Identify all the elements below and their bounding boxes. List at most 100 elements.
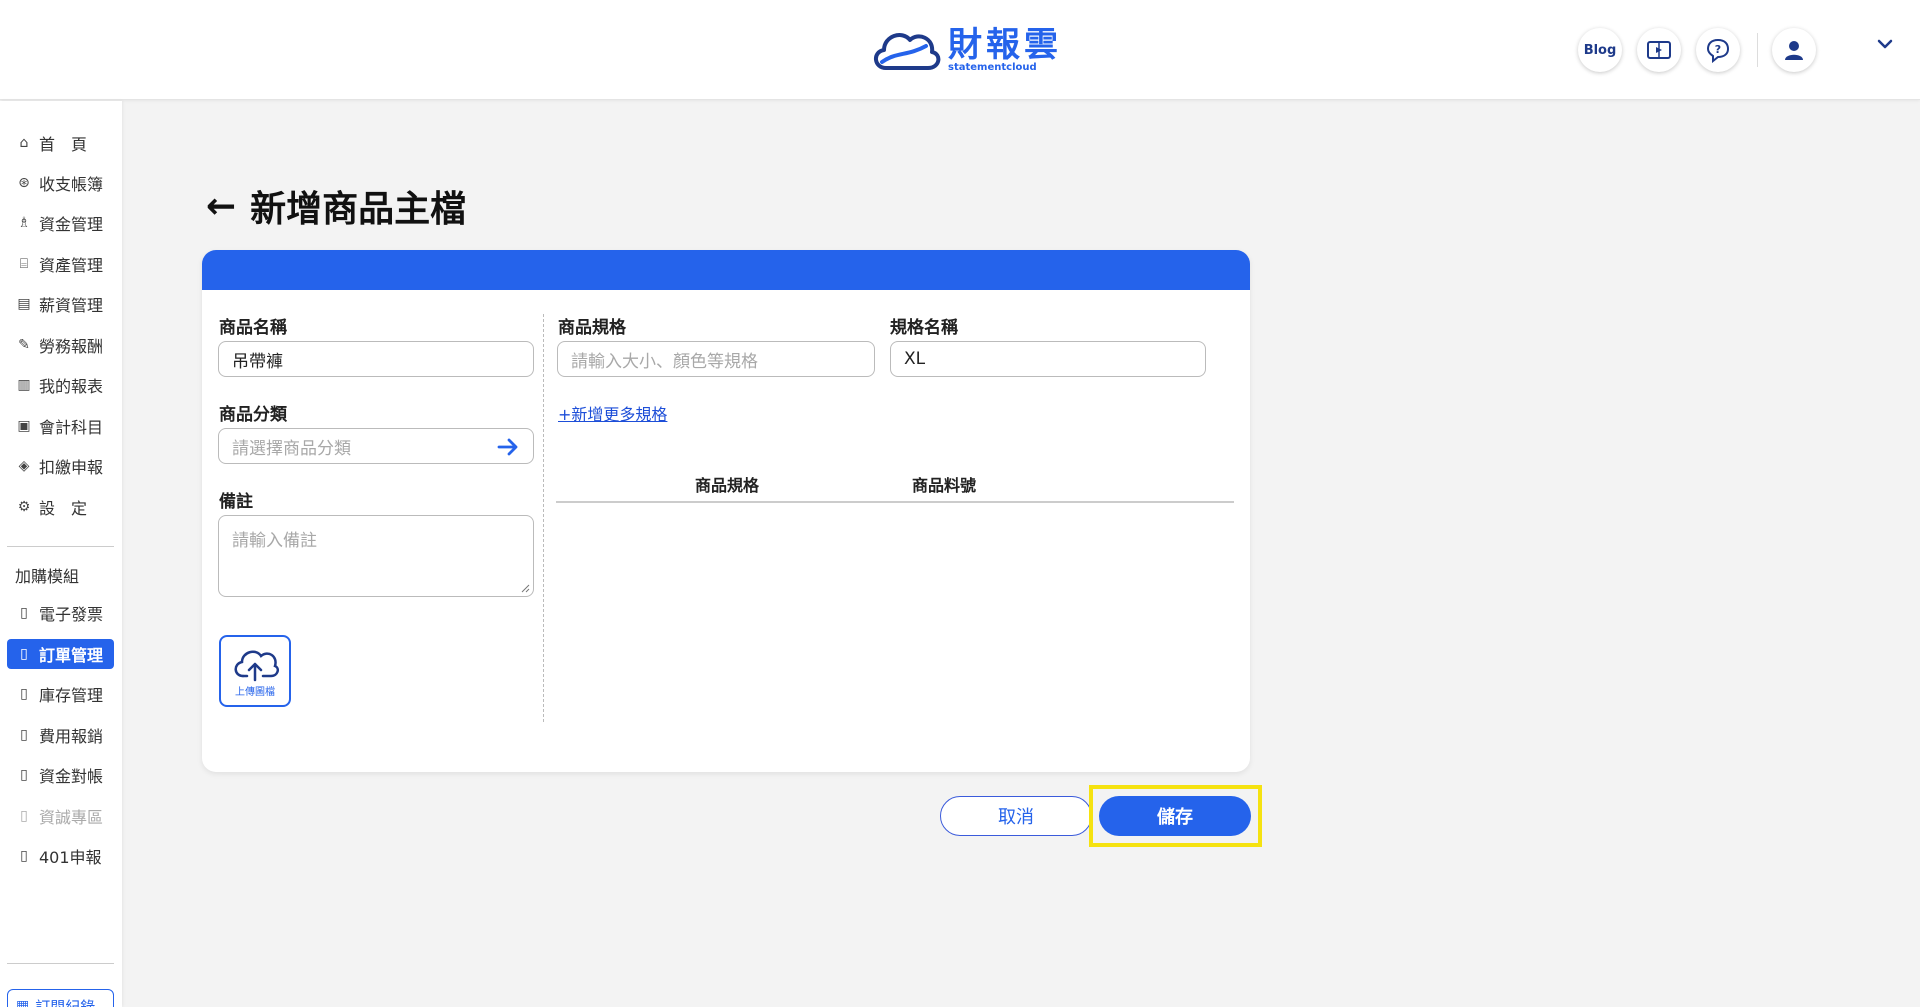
spec-name-input[interactable]: XL bbox=[890, 341, 1206, 377]
user-avatar-button[interactable] bbox=[1772, 28, 1816, 72]
sidebar-item-label: 會計科目 bbox=[39, 418, 104, 437]
addon-section-title: 加購模組 bbox=[15, 567, 80, 586]
subscription-icon: ▦ bbox=[16, 998, 30, 1007]
arrow-right-icon[interactable] bbox=[497, 437, 519, 457]
spec-label: 商品規格 bbox=[558, 318, 626, 338]
sidebar-item-expenses[interactable]: ▯ 費用報銷 bbox=[7, 720, 114, 750]
svg-text:?: ? bbox=[1715, 43, 1721, 56]
subscription-history-label: 訂閱紀錄 bbox=[35, 997, 96, 1007]
page-title: ← 新增商品主檔 bbox=[206, 180, 466, 232]
table-header-part-number: 商品料號 bbox=[912, 476, 977, 495]
product-name-input[interactable]: 吊帶褲 bbox=[218, 341, 534, 377]
module-icon: ▯ bbox=[20, 767, 28, 783]
product-form-card: 商品名稱 吊帶褲 商品分類 請選擇商品分類 備註 請輸入備註 上傳圖檔 商品規格… bbox=[202, 250, 1250, 772]
sidebar-item-label: 設 定 bbox=[39, 499, 88, 518]
subscription-history-button[interactable]: ▦ 訂閱紀錄 bbox=[7, 989, 114, 1007]
coin-icon: ⊛ bbox=[18, 175, 30, 191]
table-header-divider bbox=[556, 501, 1234, 503]
sidebar-item-label: 扣繳申報 bbox=[39, 458, 104, 477]
logo[interactable]: 財報雲 statementcloud bbox=[868, 22, 1062, 78]
ledger-icon: ▣ bbox=[17, 418, 31, 434]
blog-label: Blog bbox=[1583, 42, 1617, 58]
sidebar-item-label: 電子發票 bbox=[39, 605, 104, 624]
logo-name: 財報雲 bbox=[948, 25, 1062, 65]
product-name-label: 商品名稱 bbox=[219, 318, 287, 338]
user-icon bbox=[1785, 41, 1803, 60]
sidebar-item-label: 我的報表 bbox=[39, 377, 104, 396]
logo-subtitle: statementcloud bbox=[948, 62, 1037, 73]
sidebar-item-label: 首 頁 bbox=[39, 135, 88, 154]
chevron-down-icon[interactable] bbox=[1876, 38, 1894, 50]
upload-label: 上傳圖檔 bbox=[235, 687, 275, 698]
module-icon: ▯ bbox=[20, 686, 28, 702]
notes-label: 備註 bbox=[219, 492, 253, 512]
notes-placeholder: 請輸入備註 bbox=[232, 531, 317, 551]
category-placeholder: 請選擇商品分類 bbox=[232, 438, 351, 459]
sidebar-item-label: 收支帳簿 bbox=[39, 175, 104, 194]
sidebar-divider bbox=[7, 963, 114, 964]
module-icon: ▯ bbox=[20, 646, 28, 662]
module-icon: ▯ bbox=[20, 605, 28, 621]
sidebar-item-inventory[interactable]: ▯ 庫存管理 bbox=[7, 679, 114, 709]
card-header-bar bbox=[202, 250, 1250, 290]
home-icon: ⌂ bbox=[19, 135, 29, 151]
notes-textarea[interactable]: 請輸入備註 bbox=[218, 515, 534, 597]
module-icon: ▯ bbox=[20, 848, 28, 864]
column-divider bbox=[543, 314, 544, 722]
sidebar-item-label: 費用報銷 bbox=[39, 727, 104, 746]
sidebar-item-reports[interactable]: ▥ 我的報表 bbox=[7, 370, 114, 400]
spec-input[interactable]: 請輸入大小、顏色等規格 bbox=[557, 341, 875, 377]
worker-icon: ✎ bbox=[18, 337, 30, 353]
upload-image-button[interactable]: 上傳圖檔 bbox=[219, 635, 291, 707]
bank-icon: ⌸ bbox=[19, 256, 29, 272]
payroll-icon: ▤ bbox=[17, 296, 31, 312]
module-icon: ▯ bbox=[20, 727, 28, 743]
sidebar-item-home[interactable]: ⌂ 首 頁 bbox=[7, 128, 114, 158]
sidebar-item-withholding[interactable]: ◈ 扣繳申報 bbox=[7, 451, 114, 481]
sidebar-item-funds[interactable]: ♗ 資金管理 bbox=[7, 208, 114, 238]
save-button[interactable]: 儲存 bbox=[1099, 796, 1251, 836]
cancel-button[interactable]: 取消 bbox=[940, 796, 1092, 836]
sidebar-item-label: 資誠專區 bbox=[39, 808, 104, 827]
sidebar: ⌂ 首 頁 ⊛ 收支帳簿 ♗ 資金管理 ⌸ 資產管理 ▤ 薪資管理 ✎ 勞務報酬… bbox=[0, 101, 122, 1007]
money-bag-icon: ♗ bbox=[17, 215, 31, 231]
sidebar-item-label: 薪資管理 bbox=[39, 296, 104, 315]
module-icon: ▯ bbox=[20, 808, 28, 824]
sidebar-item-label: 資金對帳 bbox=[39, 767, 104, 786]
top-header: 財報雲 statementcloud Blog ? bbox=[0, 0, 1920, 100]
sidebar-item-assets[interactable]: ⌸ 資產管理 bbox=[7, 249, 114, 279]
sidebar-item-ledger[interactable]: ⊛ 收支帳簿 bbox=[7, 168, 114, 198]
sidebar-item-label: 庫存管理 bbox=[39, 686, 104, 705]
help-chat-button[interactable]: ? bbox=[1696, 28, 1740, 72]
tax-icon: ◈ bbox=[18, 458, 30, 474]
video-book-icon bbox=[1647, 41, 1671, 59]
cloud-upload-icon bbox=[234, 650, 280, 682]
sidebar-item-label: 勞務報酬 bbox=[39, 337, 104, 356]
sidebar-item-labor[interactable]: ✎ 勞務報酬 bbox=[7, 330, 114, 360]
sidebar-item-label: 401申報 bbox=[39, 848, 102, 867]
sidebar-item-einvoice[interactable]: ▯ 電子發票 bbox=[7, 598, 114, 628]
header-divider bbox=[1757, 33, 1758, 67]
sidebar-item-settings[interactable]: ⚙ 設 定 bbox=[7, 492, 114, 522]
sidebar-item-label: 資金管理 bbox=[39, 215, 104, 234]
video-tutorial-button[interactable] bbox=[1637, 28, 1681, 72]
sidebar-item-label: 訂單管理 bbox=[39, 646, 104, 665]
back-arrow-icon[interactable]: ← bbox=[206, 186, 236, 227]
help-chat-icon: ? bbox=[1706, 38, 1730, 63]
sidebar-item-payroll[interactable]: ▤ 薪資管理 bbox=[7, 289, 114, 319]
cloud-logo-icon bbox=[874, 33, 941, 70]
category-select[interactable]: 請選擇商品分類 bbox=[218, 428, 534, 464]
resize-handle-icon[interactable] bbox=[520, 583, 530, 593]
page-title-text: 新增商品主檔 bbox=[250, 189, 467, 230]
blog-button[interactable]: Blog bbox=[1578, 28, 1622, 72]
sidebar-item-401-filing[interactable]: ▯ 401申報 bbox=[7, 841, 114, 871]
sidebar-item-orders[interactable]: ▯ 訂單管理 bbox=[7, 639, 114, 669]
table-header-spec: 商品規格 bbox=[695, 476, 760, 495]
add-more-spec-link[interactable]: +新增更多規格 bbox=[558, 401, 667, 425]
sidebar-item-accounts[interactable]: ▣ 會計科目 bbox=[7, 411, 114, 441]
sidebar-item-label: 資產管理 bbox=[39, 256, 104, 275]
chart-icon: ▥ bbox=[17, 377, 31, 393]
sidebar-divider bbox=[7, 546, 114, 547]
spec-name-label: 規格名稱 bbox=[890, 318, 958, 338]
sidebar-item-reconciliation[interactable]: ▯ 資金對帳 bbox=[7, 760, 114, 790]
